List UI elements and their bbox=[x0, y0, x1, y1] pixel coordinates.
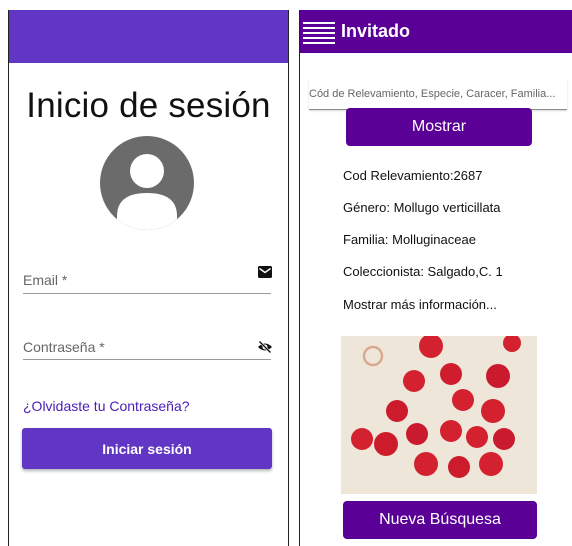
specimen-photo bbox=[341, 334, 537, 494]
genus-text: Género: Mollugo verticillata bbox=[343, 200, 501, 215]
more-info-link[interactable]: Mostrar más información... bbox=[343, 297, 497, 312]
user-role-title: Invitado bbox=[341, 21, 411, 41]
login-app-bar bbox=[9, 10, 288, 63]
results-app-bar: Invitado bbox=[300, 10, 572, 53]
email-field[interactable] bbox=[23, 293, 271, 294]
results-screen: Invitado Mostrar Cod Relevamiento:2687 G… bbox=[299, 10, 572, 546]
hamburger-menu-icon[interactable] bbox=[303, 20, 335, 44]
login-button[interactable]: Iniciar sesión bbox=[22, 428, 272, 469]
password-field[interactable] bbox=[23, 359, 271, 360]
password-field-label: Contraseña * bbox=[23, 339, 105, 355]
person-avatar-icon bbox=[100, 136, 194, 230]
eye-off-icon[interactable] bbox=[257, 339, 273, 355]
email-field-label: Email * bbox=[23, 272, 68, 288]
forgot-password-link[interactable]: ¿Olvidaste tu Contraseña? bbox=[23, 398, 190, 414]
collector-text: Coleccionista: Salgado,C. 1 bbox=[343, 264, 503, 279]
new-search-button[interactable]: Nueva Búsquesa bbox=[343, 501, 537, 539]
page-title: Inicio de sesión bbox=[26, 86, 271, 125]
login-screen: Inicio de sesión Email * Contraseña * ¿O… bbox=[8, 10, 289, 546]
search-input[interactable] bbox=[309, 79, 567, 110]
show-button[interactable]: Mostrar bbox=[346, 108, 532, 146]
family-text: Familia: Molluginaceae bbox=[343, 232, 476, 247]
envelope-icon bbox=[257, 264, 273, 280]
survey-code-text: Cod Relevamiento:2687 bbox=[343, 168, 483, 183]
